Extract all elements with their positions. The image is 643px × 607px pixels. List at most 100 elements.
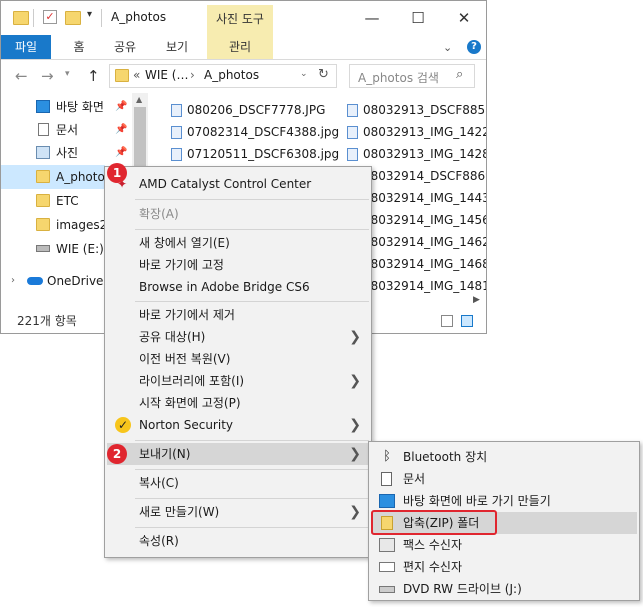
- send-to-documents[interactable]: 문서: [371, 468, 637, 490]
- tab-manage[interactable]: 관리: [207, 35, 273, 59]
- search-input[interactable]: A_photos 검색 ⌕: [349, 64, 475, 88]
- menu-separator: [135, 301, 369, 302]
- send-to-dvd-drive[interactable]: DVD RW 드라이브 (J:): [371, 578, 637, 600]
- menu-item-properties[interactable]: 속성(R): [107, 530, 369, 552]
- folder-icon[interactable]: [13, 11, 29, 25]
- bluetooth-icon: ᛒ: [383, 449, 391, 464]
- minimize-button[interactable]: —: [349, 1, 395, 35]
- menu-item-pin-quick-access[interactable]: 바로 가기에 고정: [107, 254, 369, 276]
- send-to-fax[interactable]: 팩스 수신자: [371, 534, 637, 556]
- image-file-icon: [347, 126, 358, 139]
- close-button[interactable]: ✕: [441, 1, 487, 35]
- search-placeholder: A_photos 검색: [358, 71, 439, 85]
- menu-item-adobe-bridge[interactable]: Browse in Adobe Bridge CS6: [107, 276, 369, 298]
- path-overflow[interactable]: «: [133, 68, 140, 82]
- search-icon[interactable]: ⌕: [456, 67, 463, 82]
- menu-item-label: 시작 화면에 고정(P): [139, 396, 241, 410]
- drive-icon: [36, 245, 50, 252]
- expand-chevron-icon[interactable]: ›: [11, 269, 15, 293]
- menu-item-label: 공유 대상(H): [139, 330, 206, 344]
- onedrive-icon: [27, 277, 43, 285]
- menu-item-send-to[interactable]: 보내기(N) ❯: [107, 443, 369, 465]
- dvd-drive-icon: [379, 586, 395, 593]
- large-icons-view-icon[interactable]: [461, 315, 473, 327]
- menu-separator: [135, 199, 369, 200]
- breadcrumb-separator: ›: [190, 68, 195, 82]
- send-to-bluetooth[interactable]: ᛒ Bluetooth 장치: [371, 446, 637, 468]
- file-name: 080206_DSCF7778.JPG: [187, 103, 326, 117]
- menu-item-expand[interactable]: 확장(A): [107, 203, 369, 225]
- sidebar-item-label: A_photos: [56, 170, 112, 184]
- menu-item-open-new-window[interactable]: 새 창에서 열기(E): [107, 232, 369, 254]
- folder-icon: [36, 170, 50, 183]
- menu-item-label: 바로 가기에서 제거: [139, 308, 235, 322]
- file-name: 07120511_DSCF6308.jpg: [187, 147, 340, 161]
- desktop-icon: [36, 100, 50, 113]
- chevron-down-icon[interactable]: ⌄: [443, 41, 452, 54]
- pin-icon: 📌: [115, 101, 128, 112]
- address-dropdown-icon[interactable]: ⌄: [300, 69, 308, 79]
- submenu-arrow-icon: ❯: [349, 504, 361, 520]
- menu-item-unpin-quick-access[interactable]: 바로 가기에서 제거: [107, 304, 369, 326]
- new-folder-icon[interactable]: [65, 11, 81, 25]
- forward-button[interactable]: →: [41, 67, 54, 85]
- menu-item-amd[interactable]: ✦ AMD Catalyst Control Center: [107, 173, 369, 195]
- file-item[interactable]: 08032913_DSCF8858.: [347, 99, 486, 121]
- file-item[interactable]: 08032913_IMG_1422.j: [347, 121, 486, 143]
- menu-separator: [135, 469, 369, 470]
- folder-icon: [115, 69, 129, 82]
- menu-item-label: 보내기(N): [139, 447, 191, 461]
- sidebar-item-label: ETC: [56, 194, 79, 208]
- sidebar-item-pictures[interactable]: 사진 📌: [1, 141, 131, 165]
- breadcrumb-drive[interactable]: WIE (…: [145, 68, 188, 82]
- address-bar[interactable]: « WIE (… › A_photos ⌄ ↻: [109, 64, 337, 88]
- menu-item-label: Browse in Adobe Bridge CS6: [139, 280, 310, 294]
- up-button[interactable]: ↑: [87, 67, 100, 85]
- menu-item-include-library[interactable]: 라이브러리에 포함(I) ❯: [107, 370, 369, 392]
- back-button[interactable]: ←: [15, 67, 28, 85]
- window-title: A_photos: [111, 10, 167, 24]
- scroll-up-icon[interactable]: ▲: [136, 95, 142, 104]
- sidebar-item-label: 문서: [56, 123, 79, 137]
- send-to-desktop-shortcut[interactable]: 바탕 화면에 바로 가기 만들기: [371, 490, 637, 512]
- maximize-button[interactable]: ☐: [395, 1, 441, 35]
- file-item[interactable]: 08032913_IMG_1428.j: [347, 143, 486, 165]
- file-name: 08032914_IMG_1481.j: [363, 279, 486, 293]
- send-to-mail[interactable]: 편지 수신자: [371, 556, 637, 578]
- folder-icon: [36, 194, 50, 207]
- document-icon: [381, 472, 392, 486]
- menu-item-new[interactable]: 새로 만들기(W) ❯: [107, 501, 369, 523]
- menu-item-label: 새 창에서 열기(E): [139, 236, 230, 250]
- menu-item-pin-start[interactable]: 시작 화면에 고정(P): [107, 392, 369, 414]
- recent-dropdown-icon[interactable]: ▾: [65, 69, 70, 79]
- details-view-icon[interactable]: [441, 315, 453, 327]
- menu-item-copy[interactable]: 복사(C): [107, 472, 369, 494]
- properties-check-icon[interactable]: ✓: [43, 10, 57, 24]
- qat-dropdown-icon[interactable]: ▾: [87, 9, 92, 20]
- tab-view[interactable]: 보기: [157, 35, 197, 59]
- pin-icon: 📌: [115, 147, 128, 158]
- sidebar-item-desktop[interactable]: 바탕 화면 📌: [1, 95, 131, 119]
- menu-item-restore-versions[interactable]: 이전 버전 복원(V): [107, 348, 369, 370]
- sidebar-item-label: OneDrive: [47, 274, 104, 288]
- scroll-right-icon[interactable]: ▶: [473, 295, 480, 305]
- help-icon[interactable]: ?: [467, 40, 481, 54]
- sidebar-item-documents[interactable]: 문서 📌: [1, 118, 131, 142]
- sidebar-item-a-photos[interactable]: A_photos: [1, 165, 111, 189]
- submenu-arrow-icon: ❯: [349, 373, 361, 389]
- file-item[interactable]: 07120511_DSCF6308.jpg: [171, 143, 341, 165]
- file-item[interactable]: 080206_DSCF7778.JPG: [171, 99, 341, 121]
- refresh-icon[interactable]: ↻: [318, 67, 329, 82]
- tab-file[interactable]: 파일: [1, 35, 51, 59]
- image-file-icon: [171, 104, 182, 117]
- file-item[interactable]: 07082314_DSCF4388.jpg: [171, 121, 341, 143]
- tab-share[interactable]: 공유: [105, 35, 145, 59]
- pin-icon: 📌: [115, 124, 128, 135]
- menu-item-label: 새로 만들기(W): [139, 505, 220, 519]
- menu-item-share-with[interactable]: 공유 대상(H) ❯: [107, 326, 369, 348]
- breadcrumb-current[interactable]: A_photos: [204, 68, 259, 82]
- image-file-icon: [171, 148, 182, 161]
- menu-item-norton[interactable]: ✓ Norton Security ❯: [107, 414, 369, 436]
- tab-home[interactable]: 홈: [59, 35, 99, 59]
- menu-item-label: 라이브러리에 포함(I): [139, 374, 245, 388]
